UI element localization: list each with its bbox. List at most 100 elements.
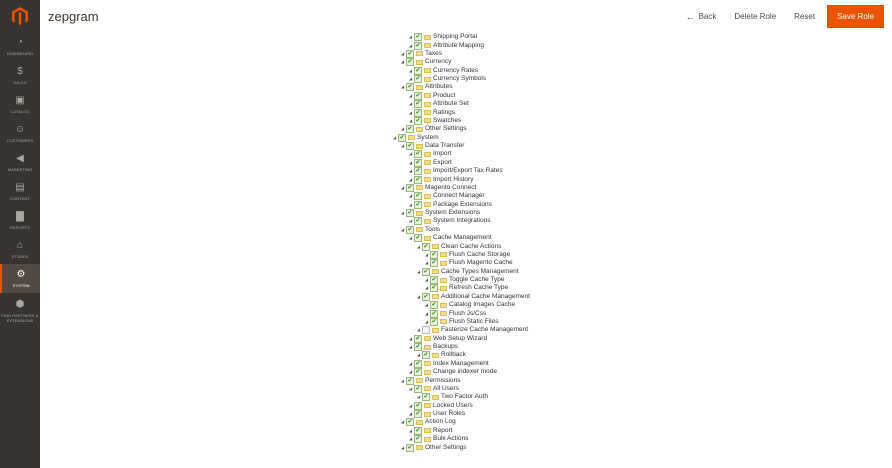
expand-toggle-icon[interactable]: ◢ (408, 435, 413, 443)
tree-node-label[interactable]: System Integrations (433, 217, 490, 225)
expand-toggle-icon[interactable]: ◢ (400, 209, 405, 217)
tree-node-label[interactable]: Refresh Cache Type (449, 284, 508, 292)
tree-checkbox[interactable]: ✔ (414, 426, 422, 435)
tree-checkbox[interactable]: ✔ (422, 242, 430, 251)
sidebar-item-marketing[interactable]: ◀ MARKETING (0, 148, 40, 177)
expand-toggle-icon[interactable]: ◢ (408, 217, 413, 225)
tree-checkbox[interactable]: ✔ (406, 49, 414, 58)
tree-node-label[interactable]: Report (433, 427, 453, 435)
tree-node-label[interactable]: Change indexer mode (433, 368, 497, 376)
tree-checkbox[interactable]: ✔ (406, 142, 414, 151)
tree-checkbox[interactable]: ✔ (414, 401, 422, 410)
expand-toggle-icon[interactable]: ◢ (392, 134, 397, 142)
expand-toggle-icon[interactable]: ◢ (400, 377, 405, 385)
expand-toggle-icon[interactable]: ◢ (424, 310, 429, 318)
tree-node-label[interactable]: Bulk Actions (433, 435, 468, 443)
expand-toggle-icon[interactable]: ◢ (408, 343, 413, 351)
expand-toggle-icon[interactable]: ◢ (424, 301, 429, 309)
sidebar-item-dashboard[interactable]: ◔ DASHBOARD (0, 32, 40, 61)
expand-toggle-icon[interactable]: ◢ (408, 385, 413, 393)
tree-checkbox[interactable]: ✔ (406, 376, 414, 385)
tree-checkbox[interactable]: ✔ (414, 410, 422, 419)
tree-checkbox[interactable]: ✔ (414, 384, 422, 393)
expand-toggle-icon[interactable]: ◢ (400, 83, 405, 91)
expand-toggle-icon[interactable]: ◢ (400, 125, 405, 133)
tree-checkbox[interactable]: ✔ (414, 91, 422, 100)
expand-toggle-icon[interactable]: ◢ (416, 293, 421, 301)
sidebar-item-find-partners-extensions[interactable]: ⬢ FIND PARTNERS & EXTENSIONS (0, 293, 40, 329)
tree-node-label[interactable]: Web Setup Wizard (433, 335, 487, 343)
tree-node-label[interactable]: Fasterize Cache Management (441, 326, 528, 334)
expand-toggle-icon[interactable]: ◢ (408, 427, 413, 435)
expand-toggle-icon[interactable]: ◢ (408, 167, 413, 175)
tree-node-label[interactable]: Package Extensions (433, 201, 492, 209)
expand-toggle-icon[interactable]: ◢ (416, 268, 421, 276)
tree-checkbox[interactable]: ✔ (430, 317, 438, 326)
tree-node-label[interactable]: Other Settings (425, 444, 467, 452)
tree-checkbox[interactable]: ✔ (414, 334, 422, 343)
expand-toggle-icon[interactable]: ◢ (400, 444, 405, 452)
tree-node-label[interactable]: Flush Js/Css (449, 310, 486, 318)
tree-checkbox[interactable]: ✔ (414, 343, 422, 352)
expand-toggle-icon[interactable]: ◢ (408, 201, 413, 209)
tree-node-label[interactable]: Two Factor Auth (441, 393, 488, 401)
tree-node-label[interactable]: System Extensions (425, 209, 480, 217)
tree-checkbox[interactable]: ✔ (414, 33, 422, 42)
tree-checkbox[interactable]: ✔ (406, 225, 414, 234)
tree-node-label[interactable]: Taxes (425, 50, 442, 58)
tree-node-label[interactable]: Shipping Portal (433, 33, 477, 41)
expand-toggle-icon[interactable]: ◢ (408, 92, 413, 100)
tree-node-label[interactable]: Currency Rates (433, 67, 478, 75)
sidebar-item-stores[interactable]: ⌂ STORES (0, 235, 40, 264)
tree-checkbox[interactable]: ✔ (414, 66, 422, 75)
save-role-button[interactable]: Save Role (827, 5, 884, 28)
expand-toggle-icon[interactable]: ◢ (408, 117, 413, 125)
expand-toggle-icon[interactable]: ◢ (424, 276, 429, 284)
delete-role-button[interactable]: Delete Role (725, 7, 785, 27)
tree-checkbox[interactable]: ✔ (430, 276, 438, 285)
expand-toggle-icon[interactable]: ◢ (424, 284, 429, 292)
tree-checkbox[interactable]: ✔ (430, 301, 438, 310)
tree-checkbox[interactable]: ✔ (414, 167, 422, 176)
expand-toggle-icon[interactable]: ◢ (400, 58, 405, 66)
expand-toggle-icon[interactable]: ◢ (400, 184, 405, 192)
expand-toggle-icon[interactable]: ◢ (408, 410, 413, 418)
tree-node-label[interactable]: Magento Connect (425, 184, 476, 192)
tree-checkbox[interactable]: ✔ (414, 192, 422, 201)
tree-node-label[interactable]: Toggle Cache Type (449, 276, 505, 284)
expand-toggle-icon[interactable]: ◢ (408, 368, 413, 376)
tree-node-label[interactable]: Cache Types Management (441, 268, 519, 276)
expand-toggle-icon[interactable]: ◢ (400, 418, 405, 426)
expand-toggle-icon[interactable]: ◢ (416, 351, 421, 359)
tree-checkbox[interactable]: ✔ (414, 217, 422, 226)
tree-checkbox[interactable]: ✔ (414, 116, 422, 125)
sidebar-item-customers[interactable]: ☺ CUSTOMERS (0, 119, 40, 148)
expand-toggle-icon[interactable]: ◢ (408, 75, 413, 83)
tree-node-label[interactable]: All Users (433, 385, 459, 393)
tree-checkbox[interactable]: ✔ (406, 209, 414, 218)
expand-toggle-icon[interactable]: ◢ (408, 159, 413, 167)
expand-toggle-icon[interactable]: ◢ (400, 226, 405, 234)
tree-node-label[interactable]: Cache Management (433, 234, 492, 242)
tree-checkbox[interactable]: ✔ (406, 418, 414, 427)
tree-node-label[interactable]: Data Transfer (425, 142, 464, 150)
tree-checkbox[interactable]: ✔ (414, 234, 422, 243)
magento-logo-icon[interactable] (0, 0, 40, 32)
tree-checkbox[interactable]: ✔ (422, 326, 430, 335)
tree-checkbox[interactable]: ✔ (414, 158, 422, 167)
expand-toggle-icon[interactable]: ◢ (416, 393, 421, 401)
expand-toggle-icon[interactable]: ◢ (424, 318, 429, 326)
tree-checkbox[interactable]: ✔ (414, 435, 422, 444)
tree-node-label[interactable]: Import/Export Tax Rates (433, 167, 503, 175)
tree-checkbox[interactable]: ✔ (414, 368, 422, 377)
tree-node-label[interactable]: Connect Manager (433, 192, 485, 200)
tree-node-label[interactable]: Attribute Set (433, 100, 469, 108)
tree-node-label[interactable]: Product (433, 92, 455, 100)
tree-checkbox[interactable]: ✔ (422, 292, 430, 301)
tree-node-label[interactable]: Currency (425, 58, 451, 66)
tree-node-label[interactable]: Flush Cache Storage (449, 251, 510, 259)
tree-checkbox[interactable]: ✔ (406, 83, 414, 92)
tree-checkbox[interactable]: ✔ (398, 133, 406, 142)
tree-checkbox[interactable]: ✔ (406, 183, 414, 192)
tree-node-label[interactable]: Export (433, 159, 452, 167)
